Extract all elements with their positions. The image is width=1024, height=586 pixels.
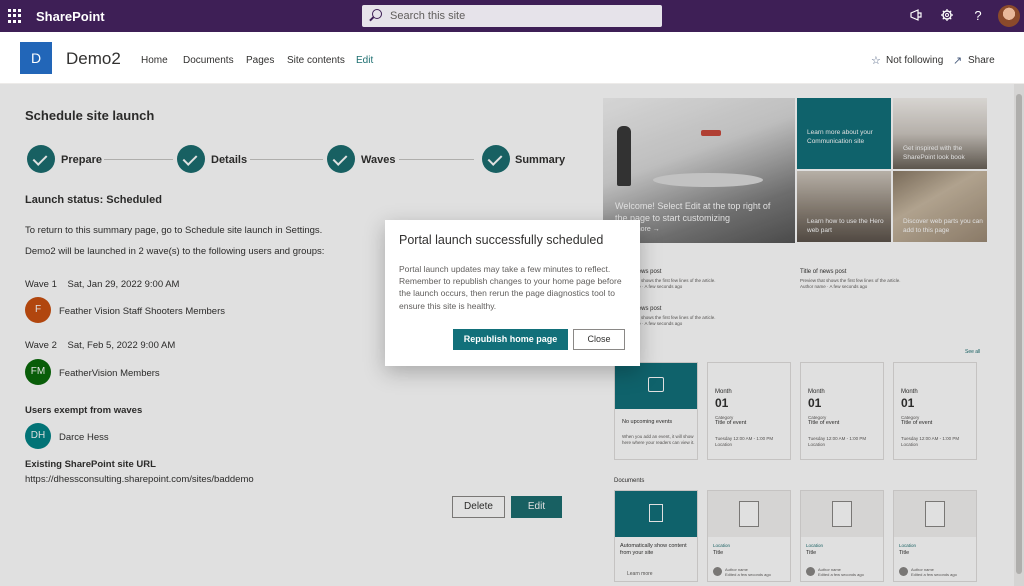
user-avatar[interactable] <box>998 5 1020 27</box>
share-icon[interactable]: ↗ <box>953 54 962 67</box>
site-title[interactable]: Demo2 <box>66 49 121 69</box>
success-dialog: Portal launch successfully scheduled Por… <box>385 220 640 366</box>
close-button[interactable]: Close <box>573 329 625 350</box>
site-logo[interactable]: D <box>20 42 52 74</box>
waffle-icon[interactable] <box>8 9 22 23</box>
star-icon[interactable]: ☆ <box>871 54 881 67</box>
megaphone-icon[interactable] <box>908 8 924 24</box>
nav-site-contents[interactable]: Site contents <box>287 55 345 66</box>
dialog-title: Portal launch successfully scheduled <box>399 233 604 247</box>
republish-button[interactable]: Republish home page <box>453 329 568 350</box>
nav-home[interactable]: Home <box>141 55 168 66</box>
dialog-body: Portal launch updates may take a few min… <box>399 264 622 311</box>
share-button[interactable]: Share <box>968 55 995 66</box>
nav-edit[interactable]: Edit <box>356 55 373 66</box>
gear-icon[interactable] <box>939 8 955 24</box>
nav-documents[interactable]: Documents <box>183 55 234 66</box>
suite-bar: SharePoint Search this site ? <box>0 0 1024 32</box>
follow-button[interactable]: Not following <box>886 55 943 66</box>
site-header: D Demo2 Home Documents Pages Site conten… <box>0 32 1024 84</box>
search-placeholder: Search this site <box>390 10 466 22</box>
help-icon[interactable]: ? <box>970 8 986 24</box>
search-icon <box>372 9 382 19</box>
nav-pages[interactable]: Pages <box>246 55 274 66</box>
brand-label[interactable]: SharePoint <box>36 9 105 24</box>
search-box[interactable]: Search this site <box>362 5 662 27</box>
